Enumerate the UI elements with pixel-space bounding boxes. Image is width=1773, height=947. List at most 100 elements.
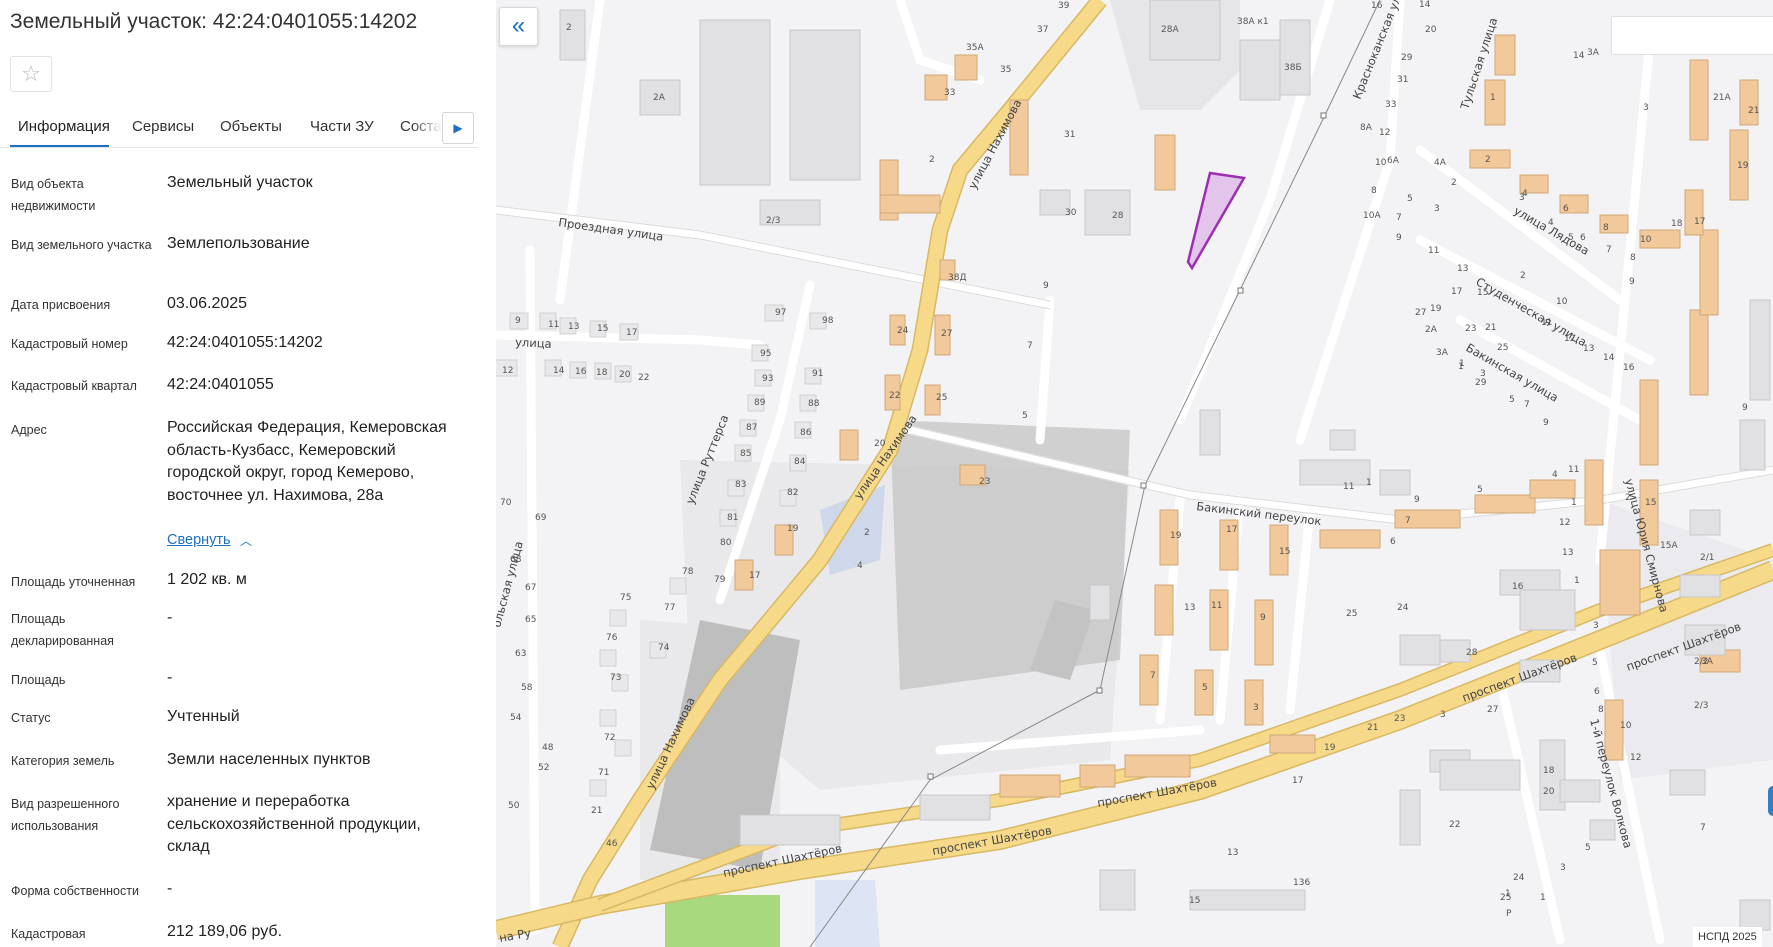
- house-number: 76: [606, 633, 618, 643]
- building: [1749, 299, 1771, 401]
- house-number: 11: [1343, 482, 1354, 492]
- house-number: 11: [1428, 246, 1439, 256]
- house-number: 7: [1606, 245, 1612, 255]
- field-label-area: Площадь: [11, 673, 66, 687]
- building: [1739, 79, 1759, 126]
- house-number: 3: [1253, 703, 1259, 713]
- house-number: 2: [566, 23, 572, 33]
- house-number: 16: [1371, 1, 1383, 11]
- field-label-permitted-use: Вид разрешенного использования: [11, 797, 120, 833]
- field-label-area-declared: Площадь декларированная: [11, 612, 114, 648]
- house-number: 2/3: [1694, 701, 1708, 711]
- field-value-address: Российская Федерация, Кемеровская област…: [167, 419, 447, 504]
- selected-parcel: [1186, 171, 1247, 271]
- house-number: 9: [515, 316, 521, 326]
- house-number: 67: [525, 583, 536, 593]
- building: [999, 774, 1061, 798]
- building: [879, 194, 941, 214]
- house-number: 22: [638, 373, 649, 383]
- house-number: 95: [760, 349, 771, 359]
- house-number: 69: [535, 513, 547, 523]
- star-icon: ☆: [21, 61, 41, 86]
- house-number: 15А: [1660, 541, 1678, 551]
- house-number: 15: [1645, 498, 1656, 508]
- house-number: 88: [808, 399, 820, 409]
- map-search-input[interactable]: [1611, 16, 1773, 55]
- house-number: 4: [857, 561, 863, 571]
- house-number: 4: [1548, 218, 1554, 228]
- house-number: 54: [510, 713, 522, 723]
- building: [699, 19, 771, 186]
- house-number: 5: [1477, 485, 1483, 495]
- map-canvas: Проездная улица улица Нахимова улица Нах…: [496, 0, 1773, 947]
- house-number: 3: [1593, 621, 1599, 631]
- collapse-link[interactable]: Свернуть: [167, 532, 231, 548]
- house-number: 17: [626, 328, 637, 338]
- tab-info[interactable]: Информация: [18, 118, 110, 135]
- blue-area: [815, 880, 880, 947]
- house-number: 9: [1043, 281, 1049, 291]
- house-number: 21: [1367, 723, 1378, 733]
- map-control-edge[interactable]: [1768, 786, 1773, 816]
- house-number: 89: [754, 398, 766, 408]
- building: [1739, 419, 1766, 471]
- building: [1209, 589, 1229, 651]
- building: [1154, 584, 1174, 636]
- house-number: 18: [1543, 766, 1555, 776]
- active-tab-indicator: [10, 145, 109, 147]
- house-number: 17: [749, 571, 760, 581]
- house-number: 29: [1475, 378, 1487, 388]
- building: [1589, 819, 1616, 841]
- building: [1269, 734, 1316, 754]
- field-value-area-specified: 1 202 кв. м: [167, 571, 247, 588]
- building: [739, 814, 841, 846]
- building: [1519, 589, 1576, 631]
- house-number: 13: [1184, 603, 1195, 613]
- house-number: 17: [1694, 217, 1705, 227]
- house-number: 10: [1620, 721, 1632, 731]
- tab-objects[interactable]: Объекты: [220, 118, 282, 135]
- house-number: 14: [1603, 353, 1615, 363]
- house-number: 20: [874, 439, 886, 449]
- house-number: 11: [1541, 318, 1552, 328]
- field-label-area-specified: Площадь уточненная: [11, 575, 136, 589]
- favorite-button[interactable]: ☆: [10, 56, 52, 92]
- house-number: 91: [812, 369, 823, 379]
- building: [1089, 584, 1111, 621]
- page-title: Земельный участок: 42:24:0401055:14202: [10, 10, 418, 33]
- house-number: 20: [1425, 25, 1437, 35]
- house-number: 78: [682, 567, 694, 577]
- tabs-scroll-right-button[interactable]: ▶: [442, 112, 474, 144]
- building: [1439, 759, 1521, 791]
- chevron-up-icon[interactable]: ︿: [240, 532, 252, 549]
- house-number: 7: [1524, 400, 1530, 410]
- house-number: 3: [1434, 204, 1440, 214]
- building: [1669, 769, 1706, 796]
- map-view[interactable]: Проездная улица улица Нахимова улица Нах…: [496, 0, 1773, 947]
- triangle-right-icon: ▶: [453, 121, 463, 135]
- building: [1689, 309, 1709, 396]
- field-label-date: Дата присвоения: [11, 298, 111, 312]
- house-number: 19: [1324, 743, 1336, 753]
- tab-services[interactable]: Сервисы: [132, 118, 194, 135]
- house-number: 4: [1552, 470, 1558, 480]
- house-number: 39: [1058, 1, 1070, 11]
- house-number: 21: [1485, 323, 1496, 333]
- building: [1189, 889, 1306, 911]
- house-number: 98: [822, 316, 834, 326]
- house-number: 10: [1375, 158, 1387, 168]
- house-number: 2: [1451, 178, 1457, 188]
- building: [919, 794, 991, 821]
- field-value-status: Учтенный: [167, 708, 240, 725]
- house-number: 14: [553, 366, 565, 376]
- house-number: 18: [1671, 219, 1683, 229]
- field-label-land-type: Вид земельного участка: [11, 238, 152, 252]
- house-number: 71: [598, 768, 609, 778]
- info-panel: Земельный участок: 42:24:0401055:14202 ☆…: [0, 0, 480, 947]
- tab-parts[interactable]: Части ЗУ: [310, 118, 374, 135]
- building: [839, 429, 859, 461]
- collapse-panel-button[interactable]: «: [499, 7, 538, 46]
- house-number: 9: [1629, 277, 1635, 287]
- street-label: ольская улица: [496, 540, 526, 629]
- house-number: 6: [1580, 233, 1586, 243]
